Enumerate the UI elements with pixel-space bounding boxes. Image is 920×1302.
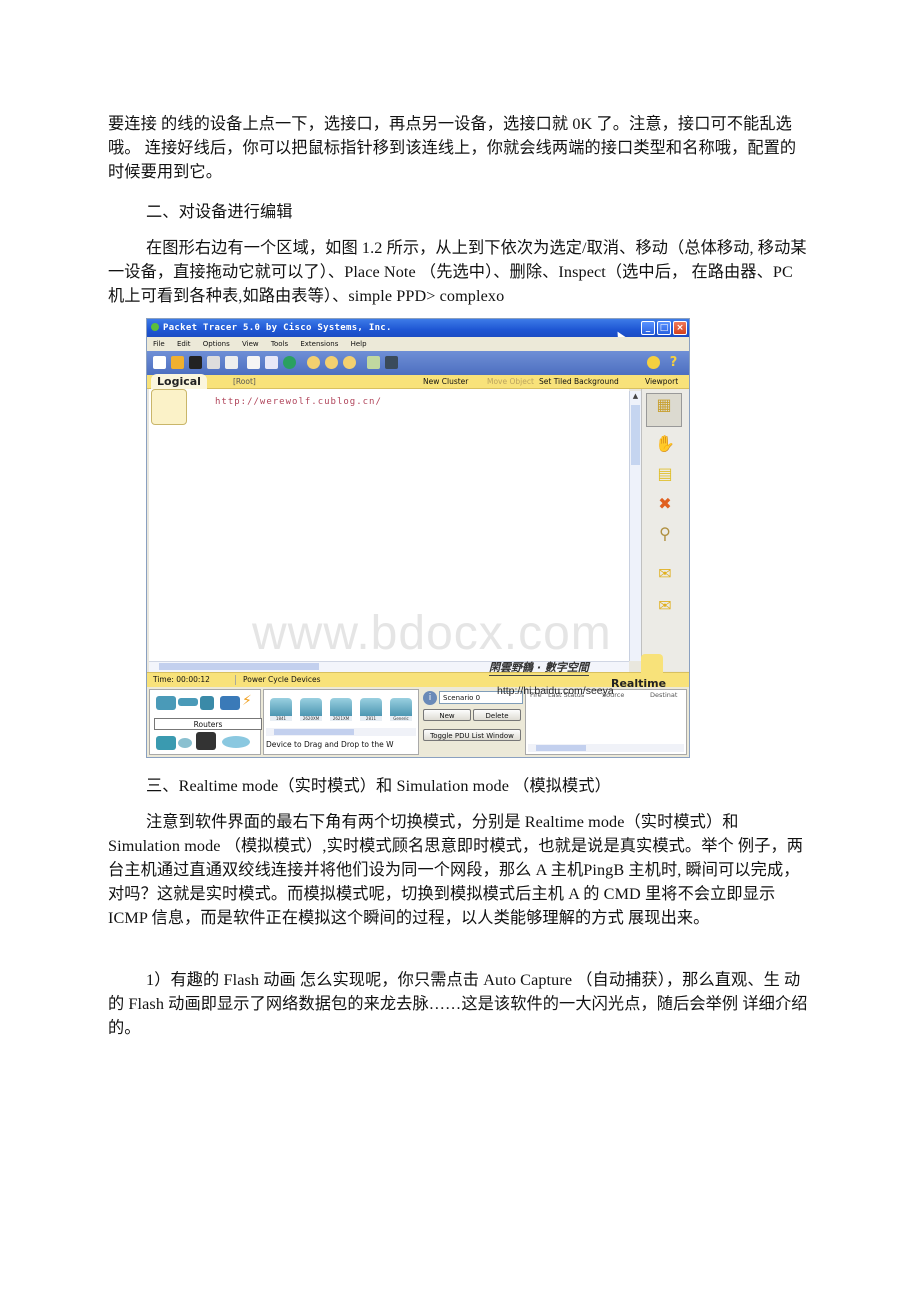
activity-wizard-icon[interactable] [225,356,238,369]
inspect-icon[interactable]: ⚲ [654,523,676,545]
menu-bar: File Edit Options View Tools Extensions … [147,337,689,351]
minimize-button[interactable]: _ [641,321,655,335]
info-icon[interactable]: i [423,691,437,705]
router-model-label: 2620XM [300,716,322,721]
connections-category-icon[interactable]: ⚡ [242,694,262,708]
logical-tab[interactable]: Logical [151,374,207,390]
device-hint-text: Device to Drag and Drop to the W [266,740,394,749]
menu-edit[interactable]: Edit [177,340,191,348]
device-model-pane: 1841 2620XM 2621XM 2811 Generic Device t… [263,689,419,755]
copy-icon[interactable] [247,356,260,369]
help-icon[interactable]: ? [667,356,680,369]
set-tiled-background-button[interactable]: Set Tiled Background [539,375,619,388]
device-scrollbar[interactable] [266,728,416,736]
add-complex-pdu-icon[interactable]: ✉ [654,595,676,617]
multiuser-connection-icon[interactable] [222,736,250,748]
root-breadcrumb[interactable]: [Root] [233,375,256,388]
zoom-in-icon[interactable] [307,356,320,369]
canvas-url-text: http://werewolf.cublog.cn/ [215,397,382,407]
workspace-bar: Logical [Root] New Cluster Move Object S… [147,374,689,390]
app-logo-icon [151,323,159,331]
maximize-button[interactable]: □ [657,321,671,335]
wan-emulation-category-icon[interactable] [178,738,192,748]
new-file-icon[interactable] [153,356,166,369]
zoom-out-icon[interactable] [343,356,356,369]
zoom-reset-icon[interactable] [325,356,338,369]
paragraph-flash-animation: 1）有趣的 Flash 动画 怎么实现呢，你只需点击 Auto Capture … [108,971,808,1037]
print-icon[interactable] [207,356,220,369]
open-folder-icon[interactable] [171,356,184,369]
logical-view-icon [151,389,187,425]
pdu-scroll-thumb[interactable] [536,745,586,751]
menu-options[interactable]: Options [203,340,230,348]
scroll-up-icon[interactable]: ▲ [631,392,640,402]
window-title: Packet Tracer 5.0 by Cisco Systems, Inc. [163,323,392,333]
paste-icon[interactable] [265,356,278,369]
info-icon[interactable] [647,356,660,369]
toggle-pdu-list-button[interactable]: Toggle PDU List Window [423,729,521,741]
router-2620xm[interactable]: 2620XM [300,698,322,721]
delete-icon[interactable]: ✖ [654,493,676,515]
heading-realtime-simulation: 三、Realtime mode（实时模式）和 Simulation mode （… [146,777,611,795]
viewport-button[interactable]: Viewport [645,375,678,388]
router-model-label: 2811 [360,716,382,721]
wireless-category-icon[interactable] [220,696,240,710]
router-model-label: 2621XM [330,716,352,721]
end-devices-category-icon[interactable] [156,736,176,750]
move-object-button[interactable]: Move Object [487,375,534,388]
baidu-url-text: http://hi.baidu.com/seeya [497,685,614,697]
watermark: www.bdocx.com [252,607,612,660]
menu-extensions[interactable]: Extensions [300,340,338,348]
time-display: Time: 00:00:12 [153,675,210,684]
close-button[interactable]: × [673,321,687,335]
title-bar: Packet Tracer 5.0 by Cisco Systems, Inc.… [147,319,689,337]
undo-icon[interactable] [283,356,296,369]
heading-edit-devices: 二、对设备进行编辑 [146,203,293,221]
paragraph-modes: 注意到软件界面的最右下角有两个切换模式，分别是 Realtime mode（实时… [108,813,804,927]
status-divider [235,675,236,685]
paragraph-connect: 要连接 的线的设备上点一下，选接口，再点另一设备，选接口就 0K 了。注意，接口… [108,115,797,181]
menu-view[interactable]: View [242,340,259,348]
new-cluster-button[interactable]: New Cluster [423,375,468,388]
custom-devices-category-icon[interactable] [196,732,216,750]
device-category-label: Routers [154,718,262,730]
move-layout-icon[interactable]: ✋ [654,433,676,455]
save-icon[interactable] [189,356,202,369]
column-destination: Destinat [650,691,678,699]
router-model-label: 1841 [270,716,292,721]
realtime-mode-toggle[interactable]: Realtime [611,654,689,690]
custom-devices-icon[interactable] [385,356,398,369]
hubs-category-icon[interactable] [200,696,214,710]
router-2621xm[interactable]: 2621XM [330,698,352,721]
place-note-icon[interactable]: ▤ [654,463,676,485]
routers-category-icon[interactable] [156,696,176,710]
power-cycle-devices-button[interactable]: Power Cycle Devices [243,673,321,687]
realtime-clock-icon[interactable] [641,654,663,676]
menu-tools[interactable]: Tools [271,340,288,348]
drawing-palette-icon[interactable] [367,356,380,369]
toolbar: ? [147,351,689,375]
router-2811[interactable]: 2811 [360,698,382,721]
add-simple-pdu-icon[interactable]: ✉ [654,563,676,585]
router-model-label: Generic [390,716,412,721]
switches-category-icon[interactable] [178,698,198,706]
select-tool-icon[interactable]: ▦ [646,393,682,427]
packet-tracer-screenshot: Packet Tracer 5.0 by Cisco Systems, Inc.… [146,318,690,758]
horizontal-scroll-thumb[interactable] [159,663,319,670]
bottom-panel: ⚡ Routers 1841 2620XM 2621XM 2811 Generi… [147,687,689,757]
vertical-scroll-thumb[interactable] [631,405,640,465]
device-scroll-thumb[interactable] [274,729,354,735]
new-scenario-button[interactable]: New [423,709,471,721]
device-category-pane: ⚡ Routers [149,689,262,755]
router-1841[interactable]: 1841 [270,698,292,721]
common-tools-bar: ▦ ✋ ▤ ✖ ⚲ ✉ ✉ [641,389,689,671]
author-signature: 閑雲野鶴 · 數字空間 [489,661,589,676]
paragraph-edit-tools: 在图形右边有一个区域，如图 1.2 所示，从上到下依次为选定/取消、移动（总体移… [108,239,807,305]
menu-file[interactable]: File [153,340,165,348]
pdu-scrollbar[interactable] [528,744,684,752]
delete-scenario-button[interactable]: Delete [473,709,521,721]
router-generic[interactable]: Generic [390,698,412,721]
pdu-list-pane: Fire Last Status Source Destinat [525,689,687,755]
menu-help[interactable]: Help [351,340,367,348]
